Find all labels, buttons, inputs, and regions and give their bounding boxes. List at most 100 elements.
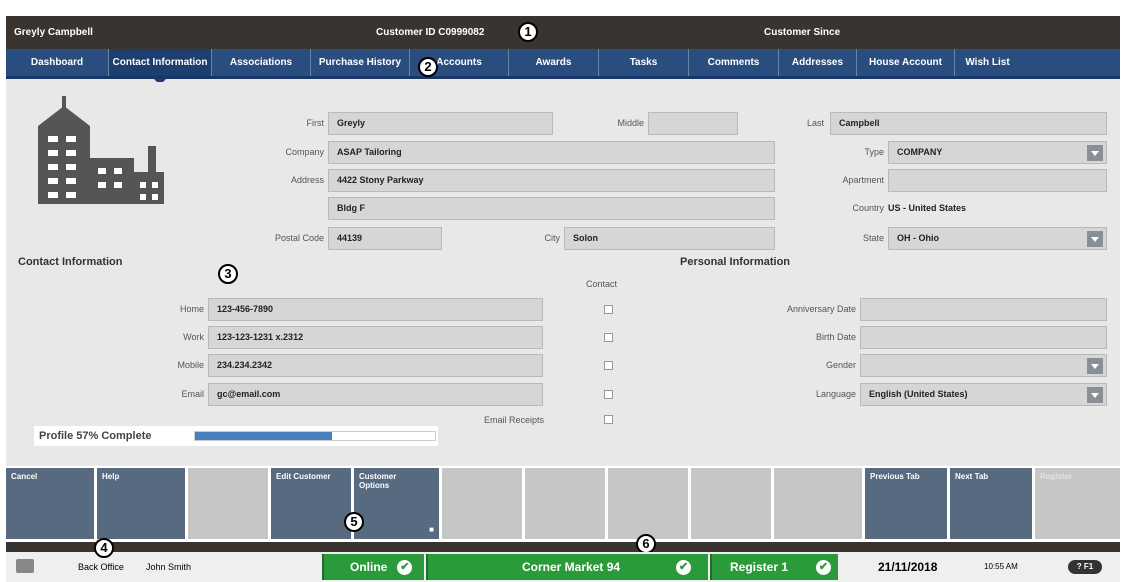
language-select[interactable]: English (United States) <box>860 383 1107 406</box>
last-name-field[interactable]: Campbell <box>830 112 1107 135</box>
register-icon[interactable] <box>16 559 34 573</box>
email-receipts-label: Email Receipts <box>483 415 544 425</box>
home-phone-field[interactable]: 123-456-7890 <box>208 298 543 321</box>
address-label: Address <box>290 175 324 185</box>
email-field[interactable]: gc@email.com <box>208 383 543 406</box>
app-window: Greyly Campbell Customer ID C0999082 Cus… <box>6 16 1120 582</box>
contact-information-heading: Contact Information <box>18 256 123 268</box>
last-label: Last <box>806 118 824 128</box>
middle-label: Middle <box>617 118 644 128</box>
tab-tasks[interactable]: Tasks <box>599 49 689 76</box>
city-field[interactable]: Solon <box>564 227 775 250</box>
customer-form: First Greyly Middle Last Campbell Compan… <box>6 82 1120 463</box>
current-date: 21/11/2018 <box>878 560 938 574</box>
status-bar: Back Office John Smith 4 Online ✔ Corner … <box>6 538 1120 582</box>
empty-button-6 <box>774 468 862 539</box>
empty-button-1 <box>188 468 268 539</box>
language-label: Language <box>815 389 856 399</box>
gender-select[interactable] <box>860 354 1107 377</box>
company-label: Company <box>285 147 324 157</box>
anniversary-date-field[interactable] <box>860 298 1107 321</box>
online-status: Online ✔ <box>322 554 424 580</box>
register-status: Register 1 ✔ <box>710 554 838 580</box>
checkmark-icon: ✔ <box>397 560 413 576</box>
mobile-phone-field[interactable]: 234.234.2342 <box>208 354 543 377</box>
dropdown-arrow-icon[interactable] <box>1087 358 1103 374</box>
gender-label: Gender <box>825 360 856 370</box>
dropdown-arrow-icon[interactable] <box>1087 145 1103 161</box>
checkmark-icon: ✔ <box>816 560 832 576</box>
city-label: City <box>544 233 561 243</box>
empty-button-3 <box>525 468 605 539</box>
profile-progress-fill <box>195 432 332 440</box>
cancel-button[interactable]: Cancel <box>6 468 94 539</box>
back-office-label[interactable]: Back Office <box>78 562 124 572</box>
building-icon <box>38 96 164 204</box>
register-button[interactable]: Register <box>1035 468 1120 539</box>
first-label: First <box>306 118 325 128</box>
action-button-bar: Cancel Help Edit Customer Customer Optio… <box>6 466 1120 542</box>
callout-2: 2 <box>418 57 438 77</box>
callout-3: 3 <box>218 264 238 284</box>
apartment-field[interactable] <box>888 169 1107 192</box>
empty-button-5 <box>691 468 771 539</box>
contact-column-label: Contact <box>586 279 618 289</box>
postal-code-field[interactable]: 44139 <box>328 227 442 250</box>
profile-completion-label: Profile 57% Complete <box>39 430 152 442</box>
current-time: 10:55 AM <box>984 562 1018 571</box>
empty-button-4 <box>608 468 688 539</box>
tab-wish-list[interactable]: Wish List <box>955 49 1020 76</box>
tab-bar: Dashboard Contact Information Associatio… <box>6 49 1120 85</box>
callout-4: 4 <box>94 538 114 558</box>
home-contact-checkbox[interactable] <box>604 305 613 314</box>
tab-dashboard[interactable]: Dashboard <box>6 49 109 76</box>
help-button[interactable]: Help <box>97 468 185 539</box>
tab-comments[interactable]: Comments <box>689 49 779 76</box>
customer-name: Greyly Campbell <box>14 27 93 38</box>
address-line2-field[interactable]: Bldg F <box>328 197 775 220</box>
previous-tab-button[interactable]: Previous Tab <box>865 468 947 539</box>
callout-1: 1 <box>518 22 538 42</box>
tab-contact-information[interactable]: Contact Information <box>109 49 212 85</box>
work-phone-field[interactable]: 123-123-1231 x.2312 <box>208 326 543 349</box>
profile-progress-bar <box>194 431 436 441</box>
dropdown-arrow-icon[interactable] <box>1087 231 1103 247</box>
email-receipts-checkbox[interactable] <box>604 415 613 424</box>
email-contact-checkbox[interactable] <box>604 390 613 399</box>
dropdown-arrow-icon[interactable] <box>1087 387 1103 403</box>
language-value: English (United States) <box>869 389 968 399</box>
first-name-field[interactable]: Greyly <box>328 112 553 135</box>
next-tab-button[interactable]: Next Tab <box>950 468 1032 539</box>
checkmark-icon: ✔ <box>676 560 692 576</box>
work-contact-checkbox[interactable] <box>604 333 613 342</box>
type-select[interactable]: COMPANY <box>888 141 1107 164</box>
tab-purchase-history[interactable]: Purchase History <box>311 49 410 76</box>
store-status: Corner Market 94 ✔ <box>426 554 708 580</box>
tab-house-account[interactable]: House Account <box>857 49 955 76</box>
state-select[interactable]: OH - Ohio <box>888 227 1107 250</box>
type-value: COMPANY <box>897 147 943 157</box>
edit-customer-button[interactable]: Edit Customer <box>271 468 351 539</box>
register-name: Register 1 <box>730 560 789 574</box>
profile-completion: Profile 57% Complete <box>34 426 438 446</box>
state-label: State <box>862 233 884 243</box>
company-field[interactable]: ASAP Tailoring <box>328 141 775 164</box>
tab-associations[interactable]: Associations <box>212 49 311 76</box>
tab-addresses[interactable]: Addresses <box>779 49 857 76</box>
postal-code-label: Postal Code <box>274 233 324 243</box>
mobile-contact-checkbox[interactable] <box>604 361 613 370</box>
tab-awards[interactable]: Awards <box>509 49 599 76</box>
customer-header: Greyly Campbell Customer ID C0999082 Cus… <box>6 16 1120 49</box>
mobile-label: Mobile <box>177 360 204 370</box>
middle-name-field[interactable] <box>648 112 738 135</box>
customer-options-button[interactable]: Customer Options ■ <box>354 468 439 539</box>
help-key-button[interactable]: ? F1 <box>1068 560 1102 574</box>
email-label: Email <box>181 389 204 399</box>
work-label: Work <box>183 332 204 342</box>
user-name: John Smith <box>146 562 192 572</box>
online-label: Online <box>350 560 388 574</box>
address-line1-field[interactable]: 4422 Stony Parkway <box>328 169 775 192</box>
key-icon: ■ <box>429 525 434 534</box>
birth-date-field[interactable] <box>860 326 1107 349</box>
country-value: US - United States <box>888 203 967 213</box>
